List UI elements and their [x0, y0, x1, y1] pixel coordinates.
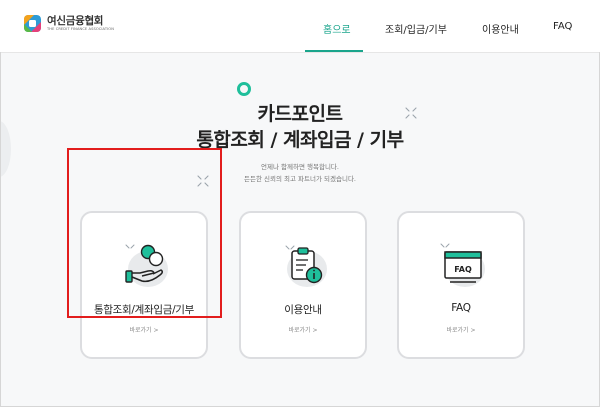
hero-title-line1: 카드포인트	[257, 103, 343, 125]
logo[interactable]: 여신금융협회 THE CREDIT FINANCE ASSOCIATION	[24, 15, 114, 32]
nav-faq[interactable]: FAQ	[553, 21, 572, 32]
highlight-box	[67, 148, 222, 318]
card-shortcut-link[interactable]: 바로가기 >	[241, 325, 365, 334]
nav-guide[interactable]: 이용안내	[482, 21, 519, 36]
faq-window-icon: FAQ	[440, 243, 485, 287]
svg-text:FAQ: FAQ	[454, 265, 472, 274]
card-shortcut-link[interactable]: 바로가기 >	[82, 325, 206, 334]
ring-decoration-icon	[237, 82, 251, 96]
card-guide[interactable]: 이용안내 바로가기 >	[239, 211, 367, 359]
logo-mark-icon	[24, 15, 41, 32]
card-shortcut-link[interactable]: 바로가기 >	[399, 325, 523, 334]
card-label: 이용안내	[284, 304, 322, 316]
logo-title: 여신금융협회	[47, 14, 104, 27]
clipboard-info-icon	[285, 245, 327, 287]
nav-home[interactable]: 홈으로	[323, 21, 351, 36]
logo-subtitle: THE CREDIT FINANCE ASSOCIATION	[47, 26, 115, 31]
header: 여신금융협회 THE CREDIT FINANCE ASSOCIATION 홈으…	[0, 0, 600, 52]
nav-inquiry[interactable]: 조회/입금/기부	[385, 21, 447, 36]
card-label: FAQ	[451, 302, 471, 314]
card-faq[interactable]: FAQ FAQ 바로가기 >	[397, 211, 525, 359]
